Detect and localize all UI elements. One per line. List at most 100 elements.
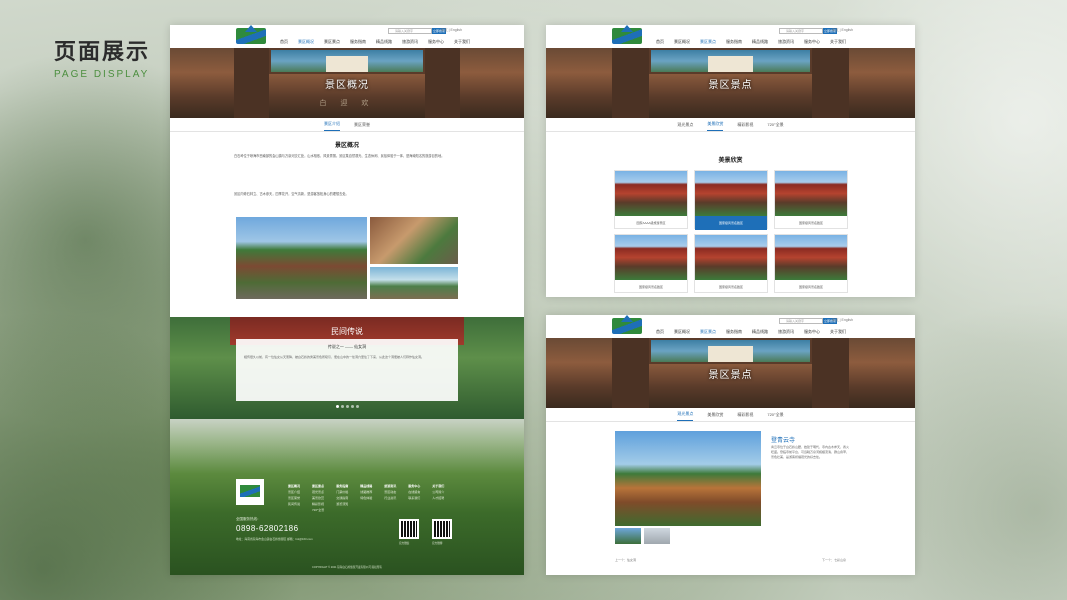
language-switch[interactable]: 中文 | English [441, 28, 462, 33]
menu-item[interactable]: 精品线路 [752, 329, 768, 335]
gallery-caption: 国家级风景名胜区 [798, 285, 823, 289]
section-title: 景区概况 [334, 143, 359, 149]
hero-banner: 景区景点 [546, 338, 915, 408]
gallery-card[interactable]: 国家级风景名胜区 [774, 170, 848, 229]
tab-gallery[interactable]: 美景欣赏 [707, 121, 724, 131]
gallery-grid: 国家AAAA级旅游景区 国家级风景名胜区 国家级风景名胜区 国家级风景名胜区 国… [614, 170, 848, 293]
hero-banner: 景区概况 白 迎 欢 [170, 48, 524, 118]
gallery: 美景欣赏 国家AAAA级旅游景区 国家级风景名胜区 国家级风景名胜区 国家级风景… [614, 155, 848, 293]
footer-link[interactable]: 特色体验 [360, 495, 372, 501]
footer-column: 旅游资讯 景区动态 行业资讯 [384, 483, 396, 513]
gallery-card[interactable]: 国家AAAA级旅游景区 [614, 170, 688, 229]
footer-link[interactable]: 游览须知 [336, 501, 348, 507]
menu-item[interactable]: 服务指南 [350, 39, 366, 45]
menu-item[interactable]: 精品线路 [376, 39, 392, 45]
mockup-overview-page: 请输入关键字 立即搜索 中文 | English 首页 景区概况 景区景点 服务… [170, 25, 524, 575]
menu-item[interactable]: 关于我们 [454, 39, 470, 45]
tab-spots[interactable]: 观光景点 [677, 411, 694, 421]
menu-item[interactable]: 旅游资讯 [778, 329, 794, 335]
menu-item[interactable]: 关于我们 [830, 329, 846, 335]
footer-link[interactable]: 民间传说 [288, 501, 300, 507]
gallery-photo [695, 171, 767, 216]
menu-item[interactable]: 首页 [656, 329, 664, 335]
tab-panorama[interactable]: 720°全景 [767, 412, 783, 421]
carousel-dots[interactable] [170, 395, 524, 413]
menu-item[interactable]: 旅游资讯 [778, 39, 794, 45]
tab-panorama[interactable]: 720°全景 [767, 122, 783, 131]
legend-section: 民间传说 传说之一 —— 仙女洞 相传很久以前，有一位仙女从天而降，被白石岭的秀… [170, 317, 524, 419]
gallery-title: 美景欣赏 [718, 158, 743, 164]
main-menu: 首页 景区概况 景区景点 服务指南 精品线路 旅游资讯 服务中心 关于我们 [656, 329, 846, 335]
spot-description: 青云寺位于白石岭山腰，始建于明代，寺内古木参天，香火旺盛。登临寺前平台，可远眺万… [771, 445, 849, 459]
banner-lettering: 白 迎 欢 [319, 100, 375, 107]
menu-item[interactable]: 景区概况 [674, 39, 690, 45]
heading-title-cn: 页面展示 [54, 39, 151, 64]
spot-thumbnail[interactable] [615, 528, 641, 544]
sub-tabs: 观光景点 美景欣赏 精彩影视 720°全景 [546, 408, 915, 422]
footer-logo [236, 479, 264, 505]
gallery-card[interactable]: 国家级风景名胜区 [614, 234, 688, 293]
menu-item[interactable]: 首页 [280, 39, 288, 45]
footer-address: 地址：海南省琼海市会山镇白石岭旅游区 邮箱：bsl@163.com [236, 537, 313, 541]
legend-title: 民间传说 [331, 327, 363, 336]
menu-item[interactable]: 精品线路 [752, 39, 768, 45]
language-switch[interactable]: 中文 | English [832, 28, 853, 33]
site-logo[interactable] [236, 25, 266, 44]
hotline-label: 全国服务热线： [236, 517, 261, 521]
sub-tabs: 观光景点 美景欣赏 精彩影视 720°全景 [546, 118, 915, 132]
intro-paragraph: 景区内奇石林立、古木参天，四季花开，空气清新，是游客放松身心的理想去处。 [234, 192, 349, 196]
menu-item[interactable]: 服务中心 [804, 329, 820, 335]
footer-column: 景区景点 观光景点 美景欣赏 精彩影视 720°全景 [312, 483, 324, 513]
menu-item[interactable]: 景区景点 [324, 39, 340, 45]
legend-card: 传说之一 —— 仙女洞 相传很久以前，有一位仙女从天而降，被白石岭的秀美景色所吸… [236, 339, 458, 401]
menu-item[interactable]: 首页 [656, 39, 664, 45]
scenic-photo [370, 267, 458, 299]
gallery-card-active[interactable]: 国家级风景名胜区 [694, 170, 768, 230]
site-logo[interactable] [612, 315, 642, 334]
site-logo[interactable] [612, 25, 642, 44]
tab-honors[interactable]: 景区荣誉 [354, 122, 370, 131]
gallery-photo [775, 235, 847, 280]
menu-item[interactable]: 旅游资讯 [402, 39, 418, 45]
tab-gallery[interactable]: 美景欣赏 [707, 412, 723, 421]
gallery-caption: 国家级风景名胜区 [718, 285, 743, 289]
footer-link[interactable]: 人才招聘 [432, 495, 444, 501]
menu-item[interactable]: 服务中心 [804, 39, 820, 45]
wechat-qr-code [399, 519, 419, 539]
tab-videos[interactable]: 精彩影视 [737, 122, 753, 131]
menu-item-active[interactable]: 景区景点 [700, 39, 716, 45]
tab-videos[interactable]: 精彩影视 [737, 412, 753, 421]
tab-intro[interactable]: 景区介绍 [324, 121, 340, 131]
footer-link[interactable]: 行业资讯 [384, 495, 396, 501]
search-input[interactable]: 请输入关键字 [779, 318, 823, 324]
photo-gallery [236, 217, 458, 299]
qr-label: 官方微信 [399, 542, 410, 545]
menu-item[interactable]: 服务中心 [428, 39, 444, 45]
search-input[interactable]: 请输入关键字 [779, 28, 823, 34]
menu-item[interactable]: 服务指南 [726, 39, 742, 45]
gallery-card[interactable]: 国家级风景名胜区 [694, 234, 768, 293]
footer-link[interactable]: 联系我们 [408, 495, 420, 501]
footer-column: 景区概况 景区介绍 景区荣誉 民间传说 [288, 483, 300, 513]
prev-link[interactable]: 上一个：仙女洞 [615, 558, 636, 562]
menu-item[interactable]: 服务指南 [726, 329, 742, 335]
footer-column: 关于我们 公司简介 人才招聘 [432, 483, 444, 513]
qr-label: 官方微博 [432, 542, 443, 545]
legend-text: 相传很久以前，有一位仙女从天而降，被白石岭的秀美景色所吸引，便在山中的一处洞穴里… [244, 355, 425, 359]
tab-spots[interactable]: 观光景点 [677, 122, 693, 131]
search-input[interactable]: 请输入关键字 [388, 28, 432, 34]
main-menu: 首页 景区概况 景区景点 服务指南 精品线路 旅游资讯 服务中心 关于我们 [280, 39, 470, 45]
language-switch[interactable]: 中文 | English [832, 318, 853, 323]
menu-item-active[interactable]: 景区概况 [298, 39, 314, 45]
menu-item[interactable]: 景区概况 [674, 329, 690, 335]
gallery-caption: 国家级风景名胜区 [638, 285, 663, 289]
spot-thumbnail[interactable] [644, 528, 670, 544]
footer-link[interactable]: 720°全景 [312, 507, 324, 513]
menu-item[interactable]: 关于我们 [830, 39, 846, 45]
menu-item-active[interactable]: 景区景点 [700, 329, 716, 335]
scenic-photo [370, 217, 458, 264]
footer-column: 服务指南 门票价格 交通指南 游览须知 [336, 483, 348, 513]
gallery-photo [615, 171, 687, 216]
next-link[interactable]: 下一个：七彩山泉 [822, 558, 846, 562]
gallery-card[interactable]: 国家级风景名胜区 [774, 234, 848, 293]
